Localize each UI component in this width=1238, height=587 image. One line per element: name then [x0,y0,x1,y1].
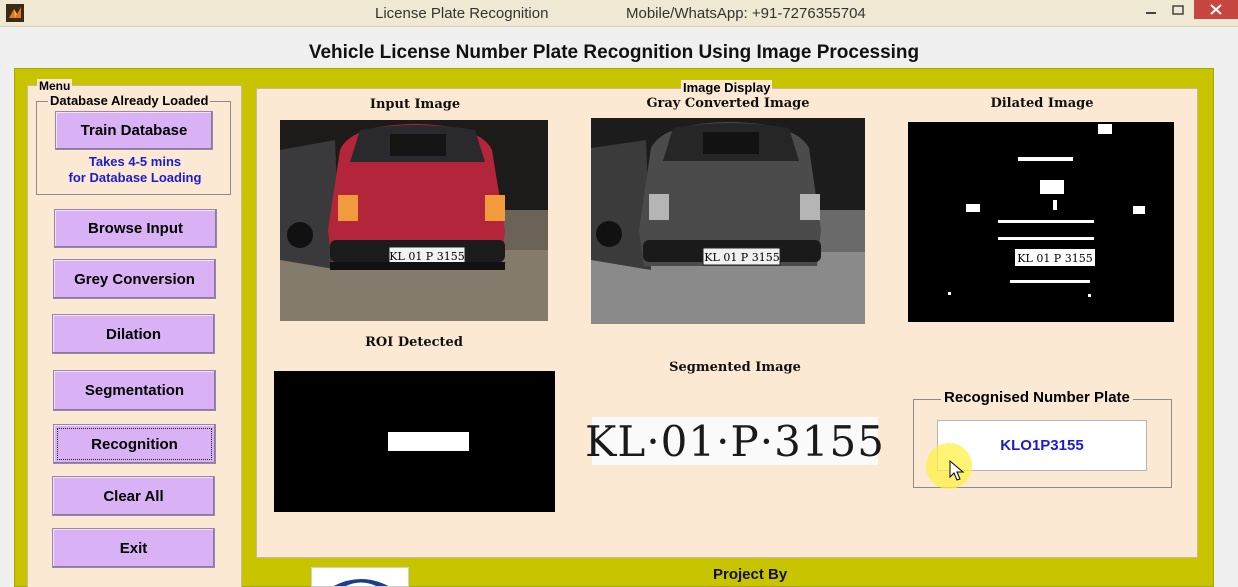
segmentation-button[interactable]: Segmentation [53,370,216,411]
clear-all-button[interactable]: Clear All [52,476,215,516]
dilated-image-caption: Dilated Image [990,96,1094,111]
college-logo [311,567,409,587]
database-note-line1: Takes 4-5 mins [88,154,182,169]
gray-image: KL 01 P 3155 [591,118,865,324]
train-database-button[interactable]: Train Database [55,111,213,150]
gray-image-caption: Gray Converted Image [646,96,810,111]
gray-plate-text: KL 01 P 3155 [704,251,779,264]
database-group-label: Database Already Loaded [48,93,211,108]
grey-conversion-button[interactable]: Grey Conversion [53,259,216,299]
maximize-icon[interactable] [1167,2,1189,18]
matlab-icon [6,4,24,22]
window-contact-text: Mobile/WhatsApp: +91-7276355704 [626,5,866,22]
roi-caption: ROI Detected [365,335,463,350]
segmented-image: KL·01·P·3155 [585,416,885,466]
input-image: KL 01 P 3155 [280,120,548,321]
window-title-bar: License Plate Recognition Mobile/WhatsAp… [0,0,1238,27]
recognised-plate-label: Recognised Number Plate [941,389,1133,406]
minimize-icon[interactable] [1140,2,1162,18]
window-title: License Plate Recognition [375,5,549,22]
exit-button[interactable]: Exit [52,528,215,568]
menu-panel-label: Menu [37,79,73,93]
dilation-button[interactable]: Dilation [52,314,215,354]
page-title: Vehicle License Number Plate Recognition… [308,42,920,63]
project-by-label: Project By [713,566,788,583]
dilated-image: KL 01 P 3155 [908,122,1174,322]
recognition-button[interactable]: Recognition [53,424,216,464]
image-display-label: Image Display [681,80,773,95]
browse-input-button[interactable]: Browse Input [54,209,217,248]
mouse-pointer-icon [949,460,965,481]
close-icon [1210,4,1222,15]
close-button[interactable] [1194,0,1238,19]
roi-image [274,371,555,512]
input-image-caption: Input Image [369,97,461,112]
database-note-line2: for Database Loading [68,170,202,185]
database-note: Takes 4-5 mins for Database Loading [52,154,218,186]
segmented-image-caption: Segmented Image [669,360,801,375]
dilated-plate-text: KL 01 P 3155 [1017,252,1092,265]
input-plate-text: KL 01 P 3155 [389,250,464,263]
